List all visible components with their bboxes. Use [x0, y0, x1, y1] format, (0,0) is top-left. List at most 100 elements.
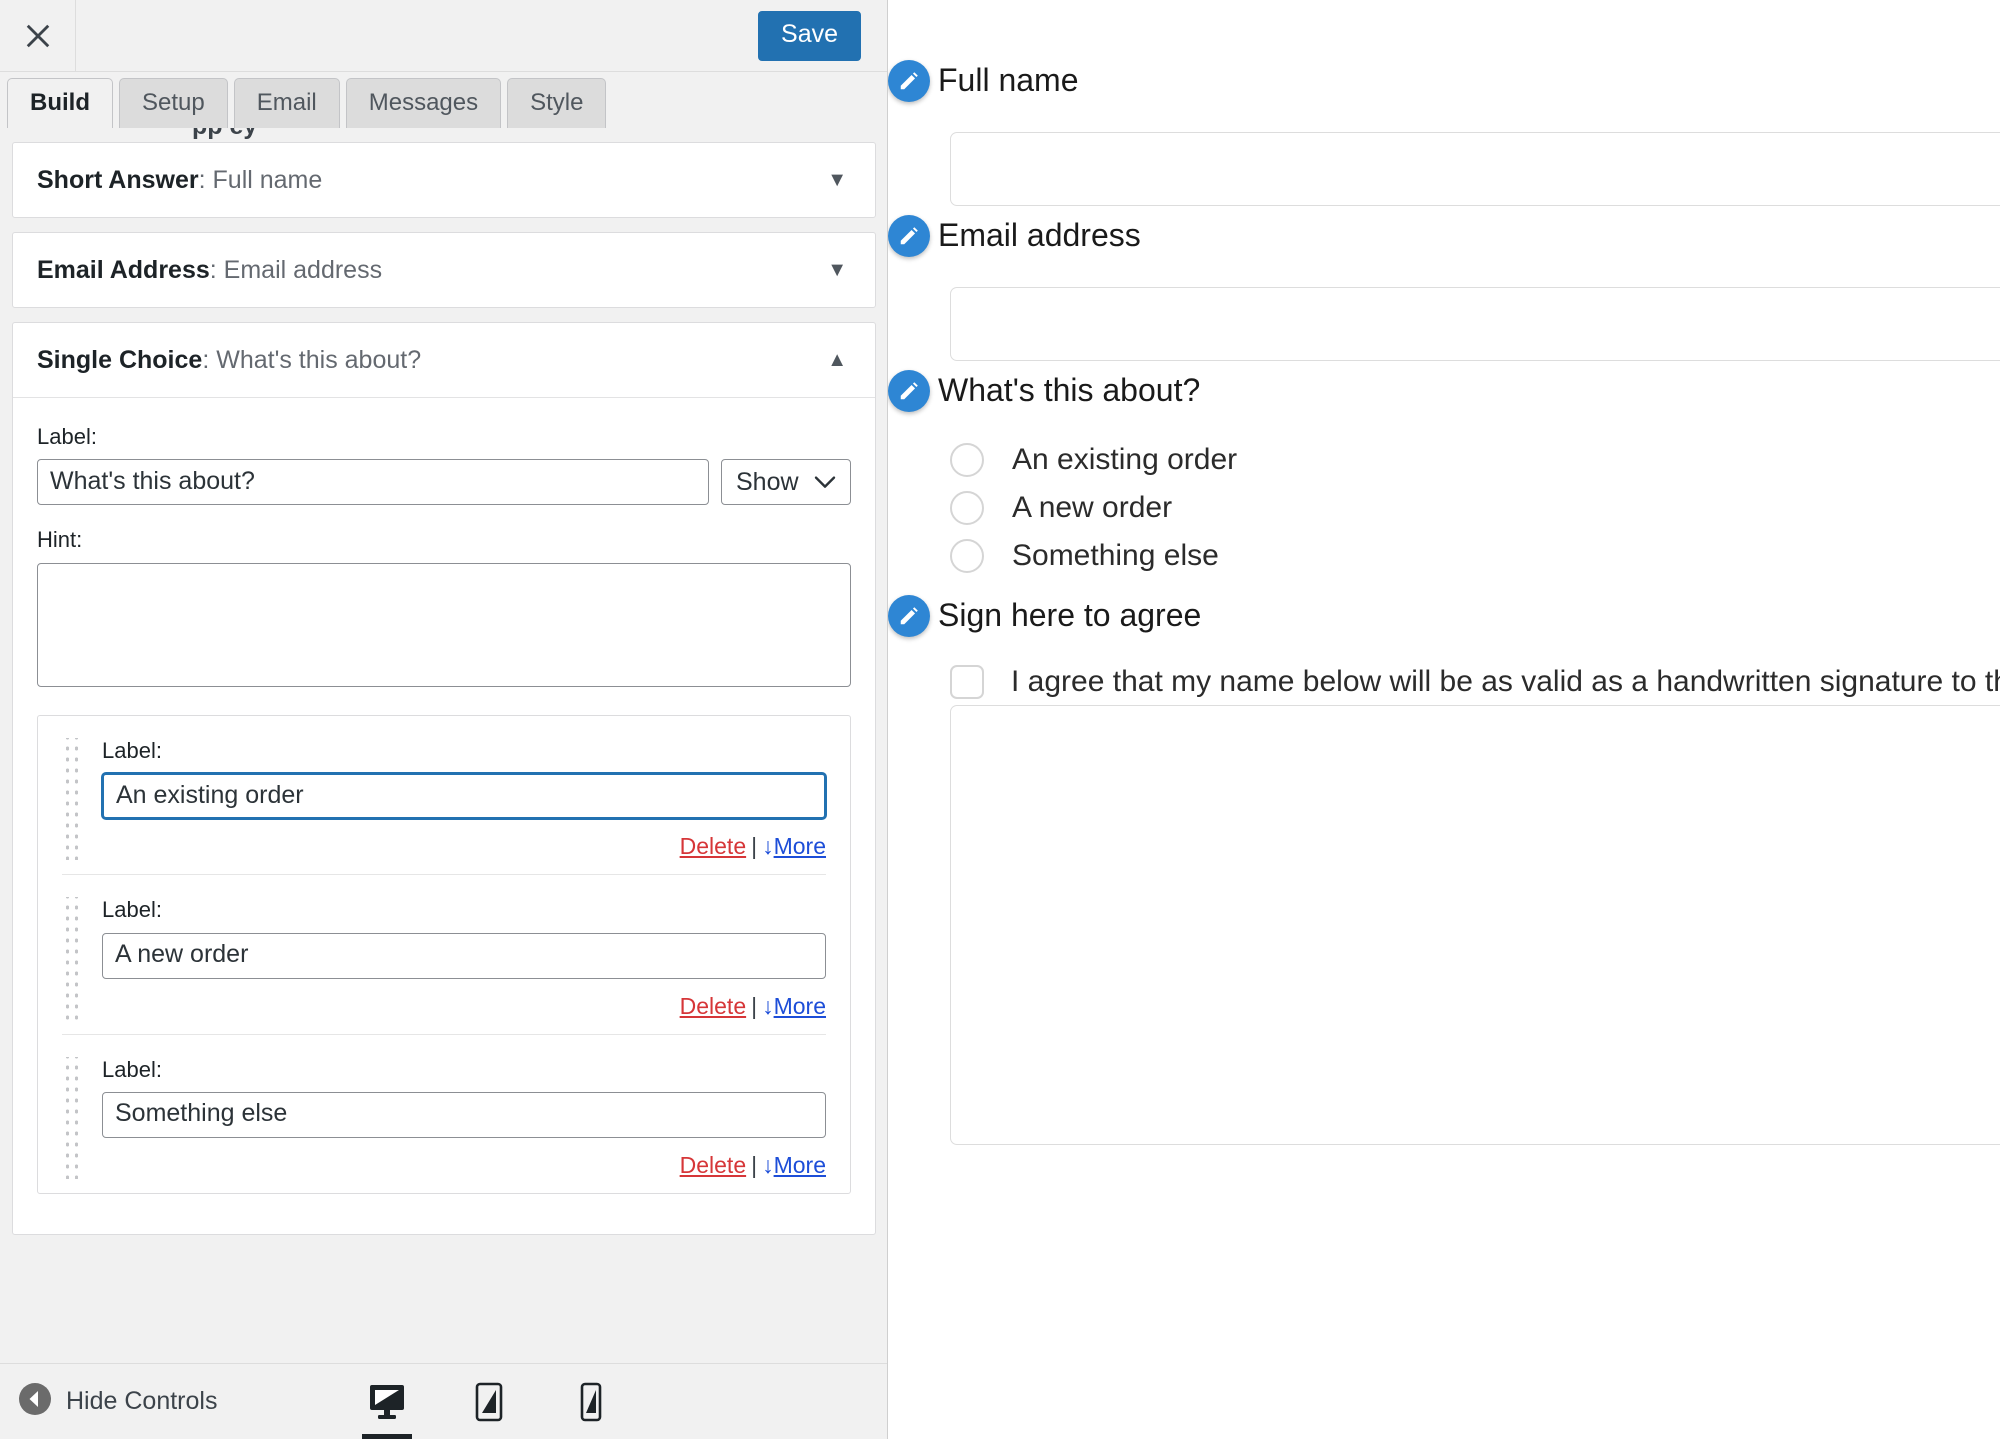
chevron-down-icon[interactable]: ▼ [827, 260, 851, 280]
field-header[interactable]: Email Address: Email address ▼ [13, 233, 875, 307]
choice-actions: Delete | ↓More [102, 833, 826, 860]
preview-question-signature: Sign here to agree I agree that my name … [888, 595, 2000, 699]
tab-email[interactable]: Email [233, 78, 340, 128]
question-header: Email address [888, 215, 2000, 257]
label-visibility-select[interactable]: Show [721, 459, 851, 506]
field-hint-textarea[interactable] [37, 562, 851, 687]
radio-button[interactable] [950, 443, 984, 477]
question-title: Full name [938, 62, 1079, 99]
question-title: Email address [938, 217, 1141, 254]
field-type-label: Single Choice [37, 346, 203, 374]
choice-label-input[interactable] [102, 932, 826, 979]
chevron-down-icon[interactable]: ▼ [827, 170, 851, 190]
field-header-title: Short Answer: Full name [37, 165, 322, 195]
action-separator: | [751, 1151, 758, 1178]
choices-list: Label: Delete|↓More Label: [37, 714, 851, 1194]
radio-option-label: Something else [1012, 539, 1219, 572]
arrow-down-icon: ↓ [762, 833, 774, 860]
form-preview-panel: Full name Email address What's this abou… [888, 0, 2000, 1439]
form-builder-app: Save Build Setup Email Messages Style pp… [0, 0, 2000, 1439]
field-colon: : [198, 166, 213, 194]
consent-checkbox-row[interactable]: I agree that my name below will be as va… [950, 665, 2000, 699]
field-value-label: What's this about? [216, 346, 422, 374]
choice-main: Label: Delete|↓More [102, 738, 826, 860]
radio-option-row[interactable]: An existing order [950, 436, 1237, 484]
save-button[interactable]: Save [758, 11, 861, 61]
field-colon: : [202, 346, 217, 374]
field-card-email-address[interactable]: Email Address: Email address ▼ [12, 232, 876, 308]
choice-more-link[interactable]: More [774, 833, 826, 859]
chevron-left-circle-icon [18, 1382, 52, 1421]
drag-handle-icon[interactable] [62, 737, 84, 861]
hint-caption: Hint: [37, 527, 83, 553]
chevron-up-icon[interactable]: ▲ [827, 350, 851, 370]
builder-scroll-region[interactable]: pp ey Short Answer: Full name ▼ Email Ad… [0, 128, 887, 1363]
builder-topbar: Save [0, 0, 887, 72]
choice-delete-link[interactable]: Delete [680, 993, 746, 1019]
action-separator: | [751, 833, 758, 860]
choice-row: Label: Delete|↓More [62, 1033, 826, 1193]
hide-controls-button[interactable]: Hide Controls [18, 1382, 217, 1421]
field-label-input[interactable] [37, 459, 709, 506]
choice-label-caption: Label: [102, 737, 162, 763]
radio-button[interactable] [950, 539, 984, 573]
field-colon: : [209, 256, 224, 284]
choice-main: Label: Delete|↓More [102, 897, 826, 1019]
choice-row: Label: Delete|↓More [62, 874, 826, 1033]
edit-pencil-icon[interactable] [888, 60, 930, 102]
field-type-label: Short Answer [37, 166, 199, 194]
tablet-preview-icon[interactable] [462, 1364, 516, 1439]
field-header[interactable]: Short Answer: Full name ▼ [13, 143, 875, 217]
choice-delete-link[interactable]: Delete [680, 833, 746, 859]
choice-label-input[interactable] [102, 1091, 826, 1138]
field-type-label: Email Address [37, 256, 210, 284]
field-card-single-choice[interactable]: Single Choice: What's this about? ▲ Labe… [12, 322, 876, 1235]
choice-delete-link[interactable]: Delete [680, 1152, 746, 1178]
label-row: Show [37, 459, 851, 506]
preview-question-email-address: Email address [888, 215, 2000, 361]
radio-option-row[interactable]: Something else [950, 532, 1237, 580]
consent-checkbox[interactable] [950, 665, 984, 699]
arrow-down-icon: ↓ [762, 1151, 774, 1178]
choice-more-link[interactable]: More [774, 993, 826, 1019]
consent-label: I agree that my name below will be as va… [1011, 665, 2000, 698]
scrolled-off-heading: pp ey [192, 128, 257, 141]
edit-pencil-icon[interactable] [888, 370, 930, 412]
radio-button[interactable] [950, 491, 984, 525]
field-value-label: Email address [223, 256, 383, 284]
radio-option-label: A new order [1012, 491, 1173, 524]
question-header: Sign here to agree [888, 595, 2000, 637]
radio-option-row[interactable]: A new order [950, 484, 1237, 532]
choice-actions: Delete | ↓More [102, 1152, 826, 1179]
mobile-preview-icon[interactable] [564, 1364, 618, 1439]
drag-handle-icon[interactable] [62, 1056, 84, 1179]
tab-messages[interactable]: Messages [345, 78, 502, 128]
full-name-input[interactable] [950, 132, 2000, 206]
field-header[interactable]: Single Choice: What's this about? ▲ [13, 323, 875, 398]
edit-pencil-icon[interactable] [888, 215, 930, 257]
email-address-input[interactable] [950, 287, 2000, 361]
preview-question-full-name: Full name [888, 60, 2000, 206]
tab-style[interactable]: Style [507, 78, 607, 128]
choice-label-caption: Label: [102, 897, 162, 923]
tab-build[interactable]: Build [7, 78, 113, 128]
question-title: Sign here to agree [938, 597, 1202, 634]
choice-main: Label: Delete|↓More [102, 1057, 826, 1179]
builder-bottombar: Hide Controls [0, 1363, 887, 1439]
tab-setup[interactable]: Setup [119, 78, 228, 128]
close-icon[interactable] [0, 0, 76, 71]
choice-label-input[interactable] [102, 773, 826, 820]
choice-more-link[interactable]: More [774, 1152, 826, 1178]
field-value-label: Full name [212, 166, 323, 194]
edit-pencil-icon[interactable] [888, 595, 930, 637]
arrow-down-icon: ↓ [762, 992, 774, 1019]
signature-pad[interactable] [950, 705, 2000, 1145]
field-header-title: Single Choice: What's this about? [37, 345, 421, 375]
label-visibility-value: Show [736, 468, 799, 497]
radio-option-label: An existing order [1012, 443, 1238, 476]
field-card-short-answer[interactable]: Short Answer: Full name ▼ [12, 142, 876, 218]
desktop-preview-icon[interactable] [360, 1364, 414, 1439]
drag-handle-icon[interactable] [62, 897, 84, 1020]
choice-actions: Delete | ↓More [102, 993, 826, 1020]
choice-row: Label: Delete|↓More [62, 716, 826, 874]
